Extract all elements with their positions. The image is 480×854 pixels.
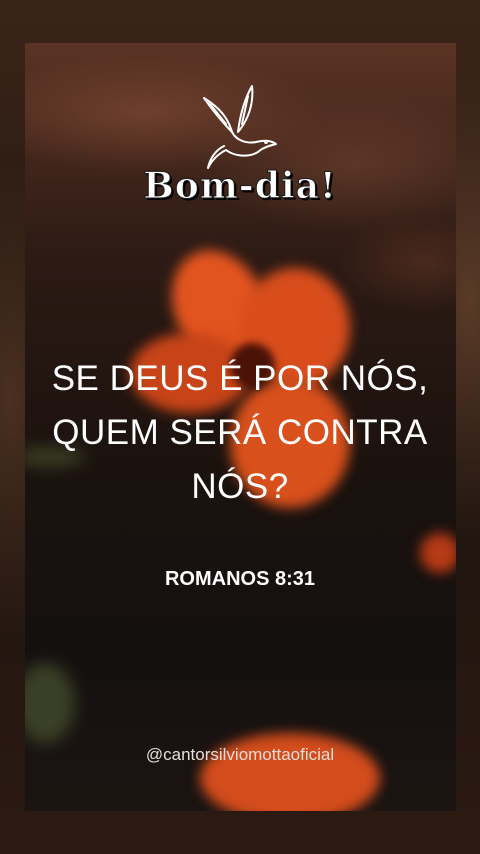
social-handle: @cantorsilviomottaoficial <box>145 745 335 764</box>
leaf-left <box>25 663 75 743</box>
verse-line: QUEM SERÁ CONTRA <box>52 413 428 452</box>
flower-bud-right <box>420 533 456 573</box>
bible-verse: SE DEUS É POR NÓS, QUEM SERÁ CONTRA NÓS? <box>0 352 480 514</box>
verse-line: SE DEUS É POR NÓS, <box>51 359 429 398</box>
dove-icon <box>203 85 277 169</box>
verse-reference: ROMANOS 8:31 <box>164 568 316 590</box>
verse-line: NÓS? <box>191 467 289 506</box>
greeting-title: Bom-dia! <box>143 165 337 208</box>
